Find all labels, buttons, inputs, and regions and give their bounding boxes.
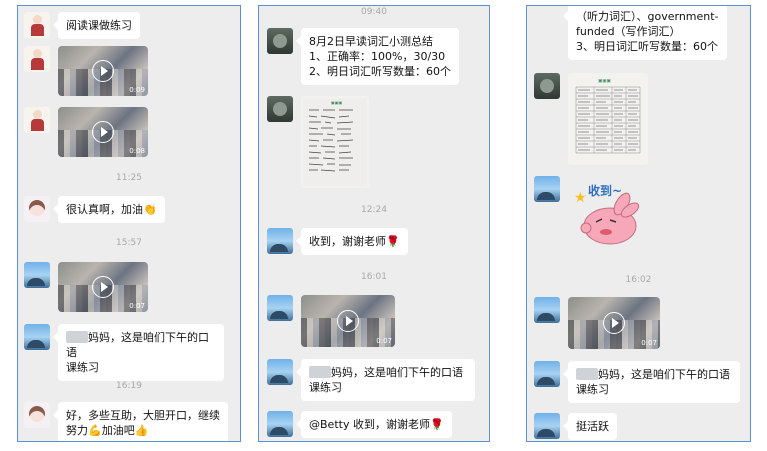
avatar-teacher[interactable] [24,46,50,72]
avatar-parent-3[interactable] [534,413,560,439]
message-bubble[interactable]: 8月2日早读词汇小测总结 1、正确率：100%，30/30 2、明日词汇听写数量… [296,28,459,85]
avatar-teacher-2[interactable] [534,361,560,387]
message-text: 课练习 [66,361,99,374]
play-icon[interactable] [92,121,114,143]
message-photo: ▣▣▣ [267,96,369,188]
message-read-practice: 阅读课做练习 [24,12,140,39]
video-thumbnail[interactable]: 0:09 [58,46,148,96]
message-bubble[interactable]: 挺活跃 [563,413,617,440]
message-video-2: 0:08 [24,107,148,157]
message-bubble[interactable]: @Betty 收到，谢谢老师🌹 [296,411,452,438]
avatar-teacher-2[interactable] [267,359,293,385]
message-video-3: 0:07 [24,262,148,312]
timestamp: 09:40 [361,7,387,17]
svg-text:▣▣▣: ▣▣▣ [598,79,611,84]
avatar-teacher-3[interactable] [534,73,560,99]
message-oral-practice: 妈妈，这是咱们下午的口语课练习 [534,361,740,403]
chat-panel-2: 09:40 8月2日早读词汇小测总结 1、正确率：100%，30/30 2、明日… [258,5,490,442]
timestamp: 16:19 [116,381,142,391]
avatar-parent-2[interactable] [267,411,293,437]
message-oral-practice: 妈妈，这是咱们下午的口语课练习 [267,359,475,401]
play-icon[interactable] [337,310,359,332]
chat-panel-3: （听力词汇）、government- funded（写作词汇） 3、明日词汇听写… [526,5,751,442]
video-duration: 0:07 [376,337,392,345]
message-betty: @Betty 收到，谢谢老师🌹 [267,411,452,438]
message-sticker: ★ 收到~ [534,176,646,248]
avatar-teacher-2[interactable] [24,262,50,288]
sticker-rabbit[interactable]: ★ 收到~ [566,176,646,248]
svg-text:★: ★ [574,190,587,206]
avatar-teacher-2[interactable] [534,297,560,323]
message-bubble[interactable]: 妈妈，这是咱们下午的口语课练习 [53,324,224,381]
message-bubble[interactable]: 妈妈，这是咱们下午的口语课练习 [296,359,475,401]
video-thumbnail[interactable]: 0:07 [301,295,395,347]
avatar-teacher-3[interactable] [267,28,293,54]
avatar-parent[interactable] [24,196,50,222]
message-text: 课练习 [576,383,609,396]
message-text: 妈妈，这是咱们下午的口语 [598,368,730,381]
avatar-teacher-2[interactable] [267,295,293,321]
avatar-parent[interactable] [24,402,50,428]
message-video: 0:07 [267,295,395,347]
timestamp: 15:57 [116,238,142,248]
message-active: 挺活跃 [534,413,617,440]
avatar-teacher-3[interactable] [267,96,293,122]
message-bubble[interactable]: （听力词汇）、government- funded（写作词汇） 3、明日词汇听写… [563,6,727,60]
video-duration: 0:08 [129,147,145,155]
worksheet-photo[interactable]: ▣▣▣ [301,96,369,188]
message-text: 课练习 [309,381,342,394]
message-oral-practice: 妈妈，这是咱们下午的口语课练习 [24,324,224,381]
timestamp: 12:24 [361,205,387,215]
timestamp: 16:01 [361,272,387,282]
message-video: 0:07 [534,297,660,349]
worksheet-photo[interactable]: ▣▣▣ [568,73,648,165]
message-bubble[interactable]: 收到，谢谢老师🌹 [296,228,408,255]
sticker-text: 收到~ [588,184,623,198]
message-encourage: 好，多些互助，大胆开口，继续 努力💪加油吧👍 [24,402,228,441]
video-duration: 0:09 [129,86,145,94]
message-photo: ▣▣▣ [534,73,648,165]
avatar-parent-3[interactable] [534,176,560,202]
svg-text:▣▣▣: ▣▣▣ [331,100,343,105]
blurred-name [576,368,598,380]
message-bubble[interactable]: 阅读课做练习 [53,12,140,39]
avatar-teacher-2[interactable] [24,324,50,350]
message-video-1: 0:09 [24,46,148,96]
chat-panel-1: 阅读课做练习 0:09 0:08 11:25 很认真啊，加油👏 15:57 0:… [17,5,241,442]
timestamp: 11:25 [116,173,142,183]
timestamp: 16:02 [625,275,652,285]
avatar-teacher[interactable] [24,12,50,38]
video-duration: 0:07 [129,302,145,310]
message-serious: 很认真啊，加油👏 [24,196,165,223]
message-text: 妈妈，这是咱们下午的口语 [66,331,209,359]
message-vocab: （听力词汇）、government- funded（写作词汇） 3、明日词汇听写… [534,6,727,60]
worksheet-scribbles: ▣▣▣ [303,98,367,186]
play-icon[interactable] [603,312,625,334]
video-duration: 0:07 [641,339,657,347]
worksheet-table: ▣▣▣ [570,75,646,163]
message-bubble[interactable]: 好，多些互助，大胆开口，继续 努力💪加油吧👍 [53,402,228,441]
avatar-parent-2[interactable] [267,228,293,254]
video-thumbnail[interactable]: 0:07 [568,297,660,349]
play-icon[interactable] [92,276,114,298]
blurred-name [309,366,331,378]
message-bubble[interactable]: 妈妈，这是咱们下午的口语课练习 [563,361,740,403]
message-quiz-summary: 8月2日早读词汇小测总结 1、正确率：100%，30/30 2、明日词汇听写数量… [267,28,459,85]
video-thumbnail[interactable]: 0:07 [58,262,148,312]
play-icon[interactable] [92,60,114,82]
message-bubble[interactable]: 很认真啊，加油👏 [53,196,165,223]
message-text: 妈妈，这是咱们下午的口语 [331,366,463,379]
avatar-teacher[interactable] [24,107,50,133]
blurred-name [66,331,88,343]
message-thanks: 收到，谢谢老师🌹 [267,228,408,255]
video-thumbnail[interactable]: 0:08 [58,107,148,157]
